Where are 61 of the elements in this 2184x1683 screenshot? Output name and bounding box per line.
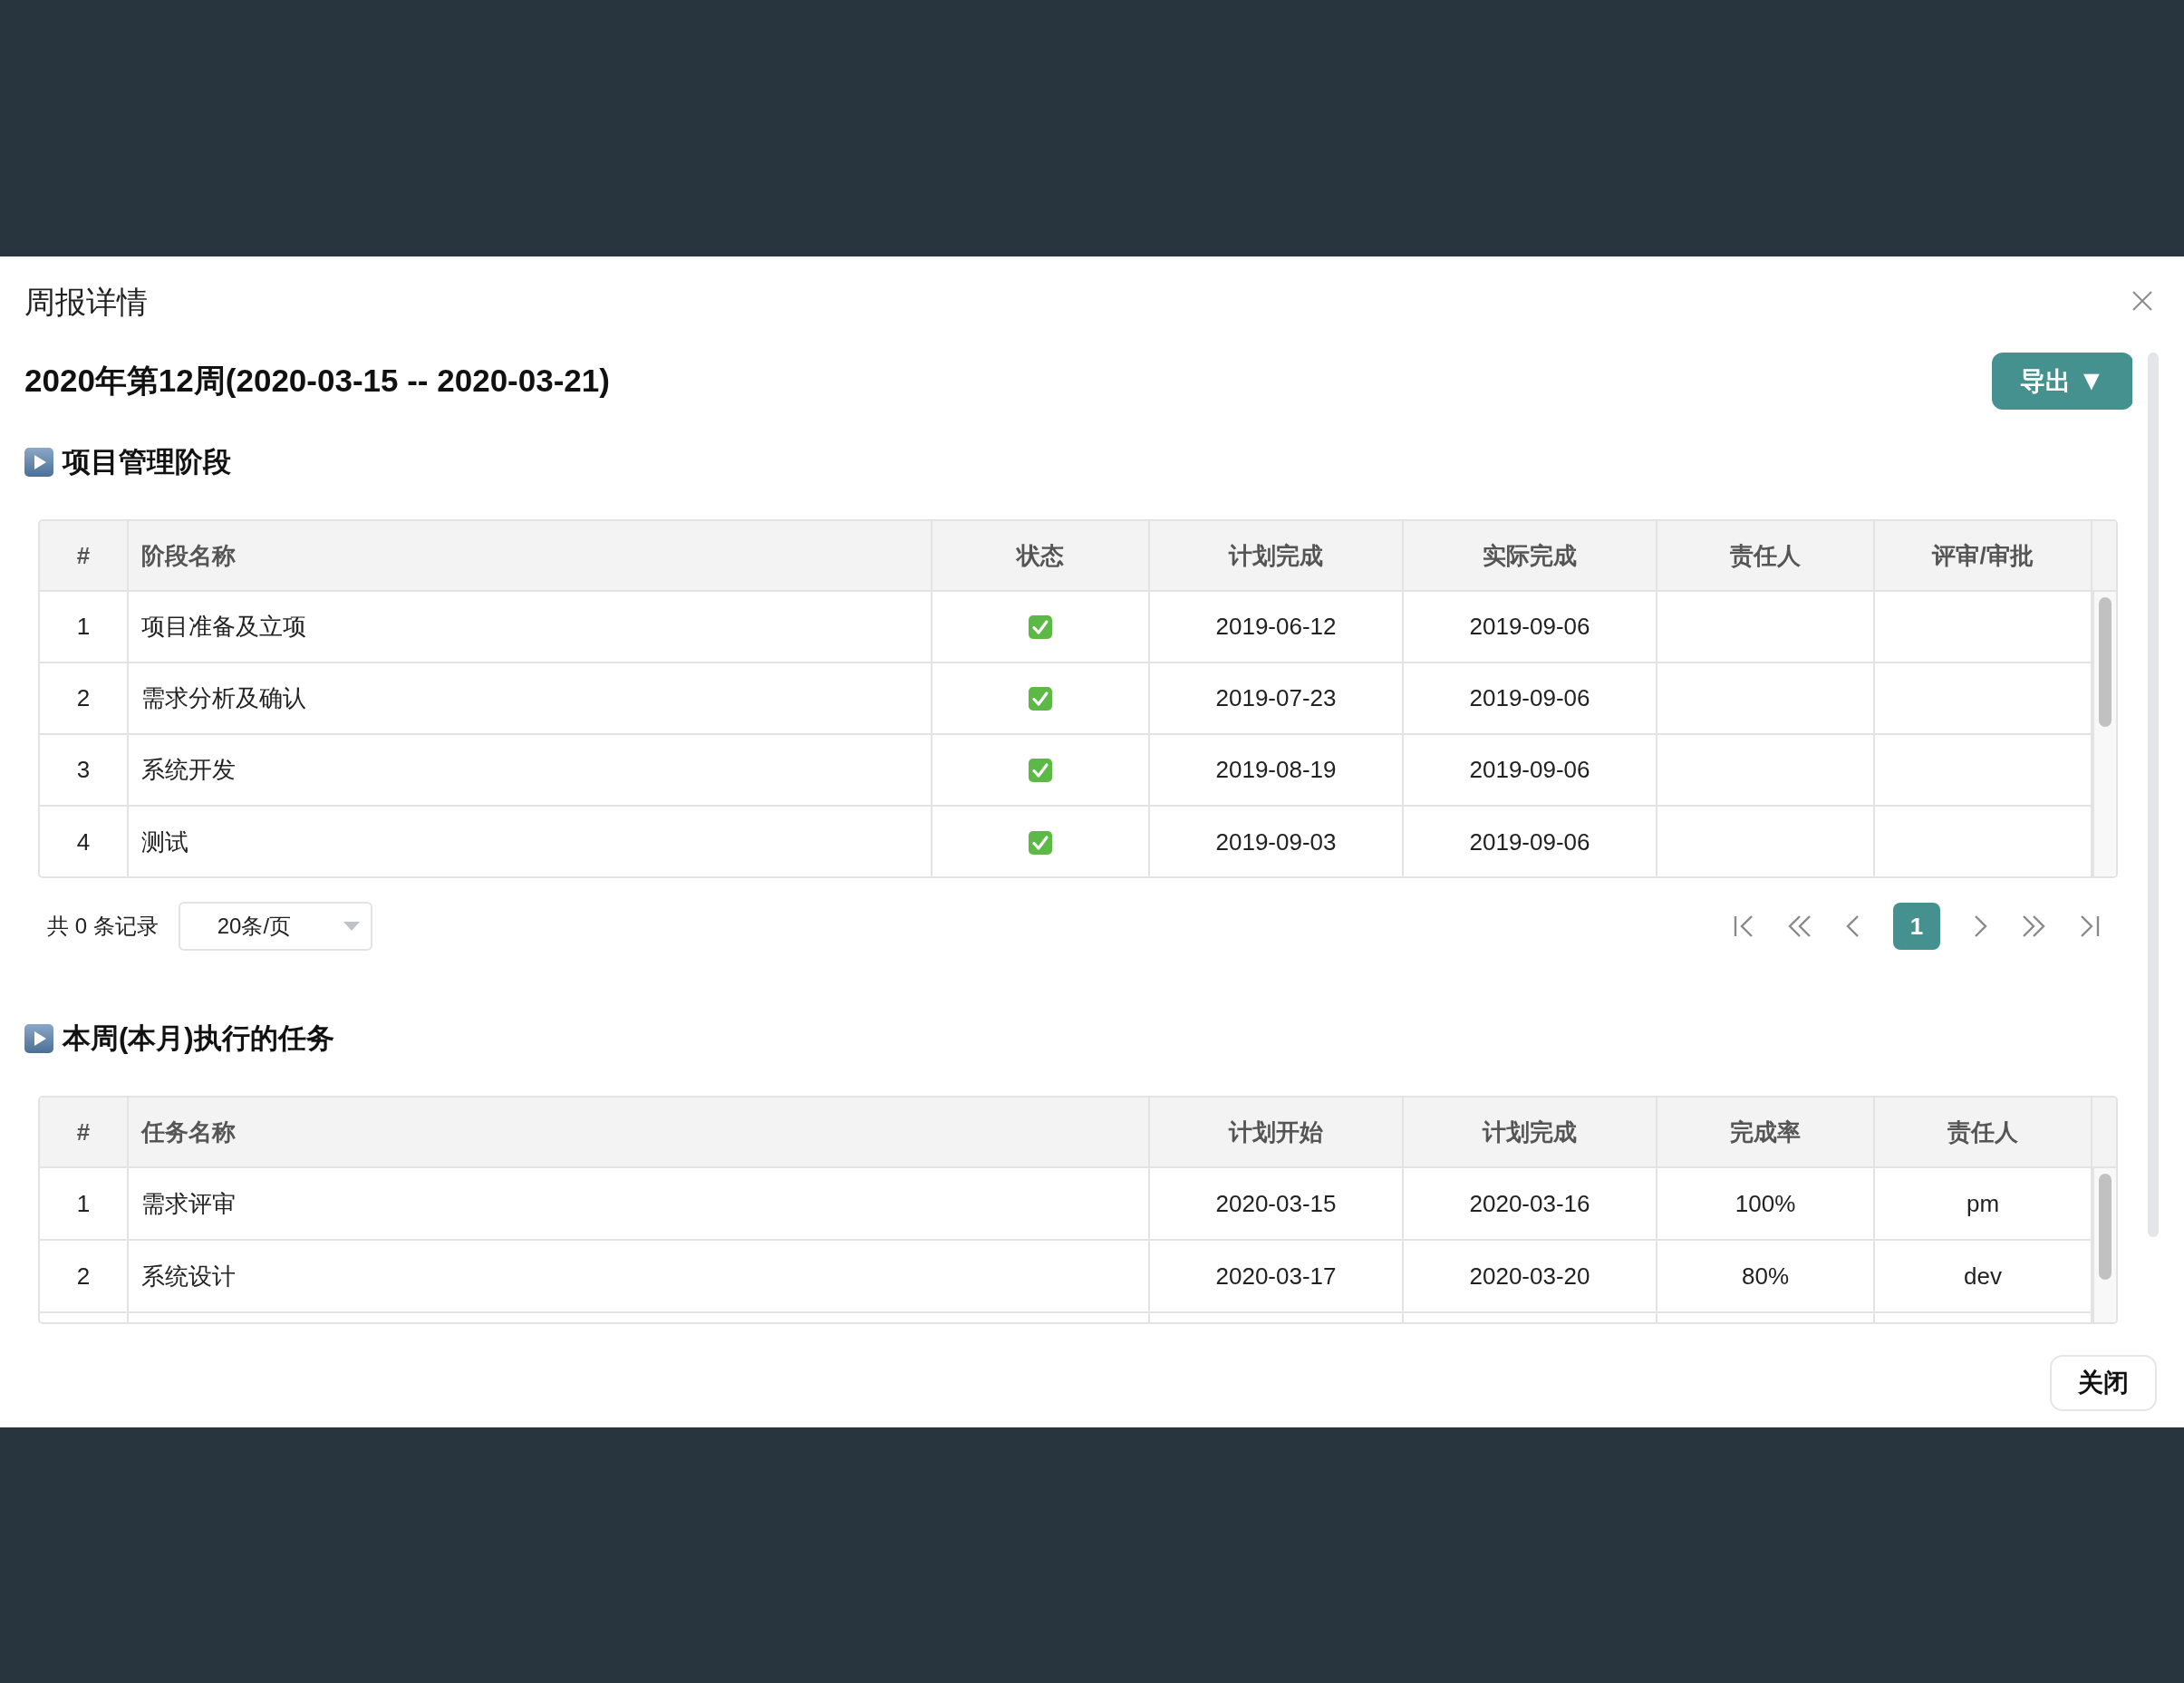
record-count: 共 0 条记录 [47, 913, 159, 940]
table-cell: 测试 [129, 807, 933, 876]
play-icon [24, 448, 53, 477]
column-header: 计划完成 [1404, 1098, 1657, 1168]
table-cell: 需求分析及确认 [129, 663, 933, 735]
column-header: 完成率 [1657, 1098, 1875, 1168]
first-page-icon[interactable] [1734, 915, 1754, 937]
double-chevron-right-icon[interactable] [2022, 915, 2045, 937]
table-cell: 2019-09-06 [1404, 807, 1657, 876]
table-cell: 2 [40, 1241, 129, 1313]
report-heading: 2020年第12周(2020-03-15 -- 2020-03-21) [24, 362, 610, 400]
column-header: 责任人 [1875, 1098, 2092, 1168]
page-size-dropdown[interactable]: 20条/页 [178, 902, 372, 951]
table-cell: 项目准备及立项 [129, 592, 933, 663]
table-cell: 系统开发 [129, 735, 933, 807]
column-header: 计划完成 [1150, 521, 1404, 592]
column-header: 状态 [933, 521, 1150, 592]
section-heading: 项目管理阶段 [63, 445, 231, 479]
table-cell: 1 [40, 592, 129, 663]
column-header: 实际完成 [1404, 521, 1657, 592]
table-cell: 2020-03-16 [1404, 1168, 1657, 1241]
close-icon[interactable] [2132, 291, 2152, 311]
last-page-icon[interactable] [2080, 915, 2100, 937]
column-header: 计划开始 [1150, 1098, 1404, 1168]
play-icon [24, 1024, 53, 1053]
table-cell: 80% [1657, 1241, 1875, 1313]
table-cell: 2019-06-12 [1150, 592, 1404, 663]
export-button[interactable]: 导出 ▼ [1992, 353, 2132, 410]
table-cell: 2 [40, 663, 129, 735]
chevron-right-icon[interactable] [1975, 915, 1987, 937]
table-cell: 2019-07-23 [1150, 663, 1404, 735]
scrollbar-thumb[interactable] [2148, 353, 2159, 1237]
column-header: 评审/审批 [1875, 521, 2092, 592]
double-chevron-left-icon[interactable] [1788, 915, 1812, 937]
table-cell: 1 [40, 1168, 129, 1241]
table-cell: 2019-09-06 [1404, 735, 1657, 807]
scrollbar-thumb[interactable] [2099, 1174, 2112, 1280]
column-header: # [40, 1098, 129, 1168]
table-cell: 2020-03-20 [1404, 1241, 1657, 1313]
table-cell: 100% [1657, 1168, 1875, 1241]
chevron-left-icon[interactable] [1846, 915, 1859, 937]
table-cell: 2019-08-19 [1150, 735, 1404, 807]
scrollbar-thumb[interactable] [2099, 597, 2112, 727]
table-cell: 2019-09-06 [1404, 663, 1657, 735]
column-header: 任务名称 [129, 1098, 1150, 1168]
column-header: 责任人 [1657, 521, 1875, 592]
column-header: 阶段名称 [129, 521, 933, 592]
table-cell: 系统设计 [129, 1241, 1150, 1313]
table-cell: 2019-09-03 [1150, 807, 1404, 876]
table-cell: 2020-03-17 [1150, 1241, 1404, 1313]
table-cell: 3 [40, 735, 129, 807]
section-heading: 本周(本月)执行的任务 [63, 1021, 334, 1056]
column-header: # [40, 521, 129, 592]
caret-icon [343, 922, 360, 931]
page-button[interactable]: 1 [1893, 903, 1940, 950]
close-button[interactable]: 关闭 [2050, 1355, 2157, 1411]
table-cell: 2020-03-15 [1150, 1168, 1404, 1241]
table-cell: 4 [40, 807, 129, 876]
table-cell: 2019-09-06 [1404, 592, 1657, 663]
table-cell: 需求评审 [129, 1168, 1150, 1241]
dialog-title: 周报详情 [24, 284, 148, 321]
